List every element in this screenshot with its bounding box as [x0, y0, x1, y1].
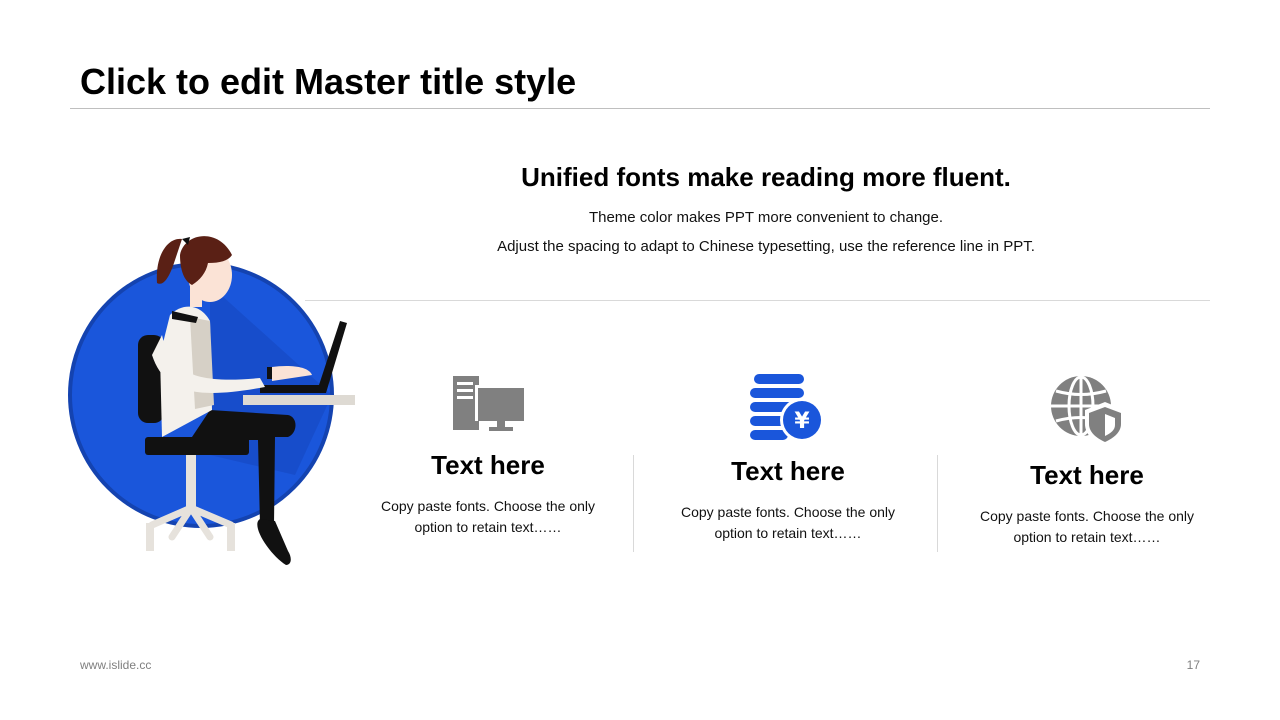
- feature-column-1: Text here Copy paste fonts. Choose the o…: [358, 372, 618, 538]
- subline-2[interactable]: Adjust the spacing to adapt to Chinese t…: [400, 237, 1132, 257]
- globe-shield-icon: [1051, 375, 1125, 446]
- feature-column-2: ¥ Text here Copy paste fonts. Choose the…: [658, 372, 918, 544]
- feature-heading-1[interactable]: Text here: [358, 450, 618, 480]
- subline-1[interactable]: Theme color makes PPT more convenient to…: [400, 208, 1132, 228]
- computer-icon: [453, 376, 525, 431]
- slide-title[interactable]: Click to edit Master title style: [80, 60, 576, 104]
- feature-column-3: Text here Copy paste fonts. Choose the o…: [957, 372, 1217, 548]
- section-divider: [305, 300, 1210, 301]
- feature-desc-2[interactable]: Copy paste fonts. Choose the only option…: [658, 502, 918, 544]
- column-divider: [633, 455, 634, 552]
- woman-at-laptop-illustration: [68, 236, 355, 565]
- slide: Click to edit Master title style Unified…: [0, 0, 1280, 720]
- column-divider: [937, 455, 938, 552]
- title-divider: [70, 108, 1210, 109]
- svg-text:¥: ¥: [794, 409, 810, 434]
- footer-website: www.islide.cc: [80, 658, 152, 672]
- page-number: 17: [1186, 658, 1200, 672]
- headline[interactable]: Unified fonts make reading more fluent.: [400, 160, 1132, 194]
- feature-desc-3[interactable]: Copy paste fonts. Choose the only option…: [957, 506, 1217, 548]
- feature-heading-2[interactable]: Text here: [658, 456, 918, 486]
- feature-desc-1[interactable]: Copy paste fonts. Choose the only option…: [358, 496, 618, 538]
- yen-coins-icon: ¥: [750, 374, 824, 442]
- feature-heading-3[interactable]: Text here: [957, 460, 1217, 490]
